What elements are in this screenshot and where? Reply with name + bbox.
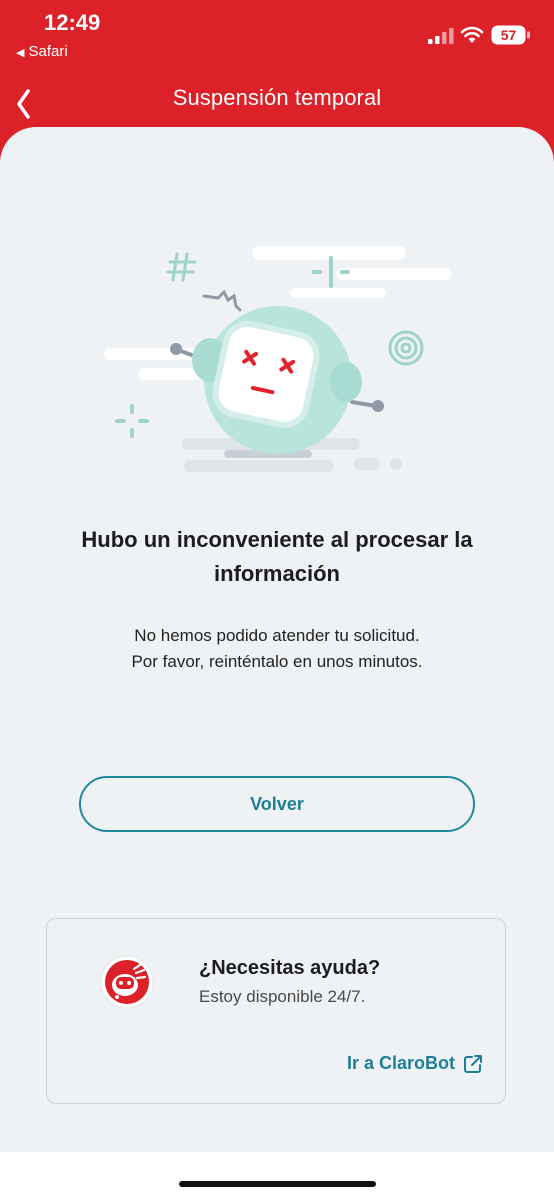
error-robot-illustration — [104, 246, 452, 472]
signal-icon — [428, 28, 454, 44]
error-title: Hubo un inconveniente al procesar la inf… — [81, 527, 473, 586]
status-bar: 12:49 ◀ Safari 57 — [0, 0, 554, 72]
page-title: Suspensión temporal — [172, 85, 382, 110]
error-message-line-2: Por favor, reinténtalo en unos minutos. — [131, 652, 423, 671]
help-subtitle: Estoy disponible 24/7. — [199, 987, 366, 1006]
clarobot-link-label: Ir a ClaroBot — [346, 1053, 455, 1073]
home-indicator[interactable] — [179, 1181, 376, 1187]
back-to-app-link[interactable]: ◀ Safari — [16, 43, 68, 60]
error-message: No hemos podido atender tu solicitud. Po… — [40, 623, 514, 675]
clarobot-link[interactable]: Ir a ClaroBot — [347, 1053, 483, 1074]
error-message-line-1: No hemos podido atender tu solicitud. — [134, 626, 420, 645]
battery-icon: 57 — [491, 25, 530, 45]
wifi-icon — [460, 26, 484, 43]
clarobot-avatar-icon — [100, 955, 154, 1009]
back-app-label: Safari — [28, 43, 68, 60]
help-title: ¿Necesitas ayuda? — [199, 957, 381, 979]
back-triangle-icon: ◀ — [16, 47, 25, 59]
navigation-bar: Suspensión temporal — [0, 72, 554, 128]
volver-button[interactable]: Volver — [79, 776, 475, 832]
status-time: 12:49 — [44, 10, 101, 35]
help-card: ¿Necesitas ayuda? Estoy disponible 24/7.… — [46, 918, 506, 1104]
battery-level: 57 — [501, 27, 517, 43]
external-link-icon — [464, 1054, 482, 1073]
